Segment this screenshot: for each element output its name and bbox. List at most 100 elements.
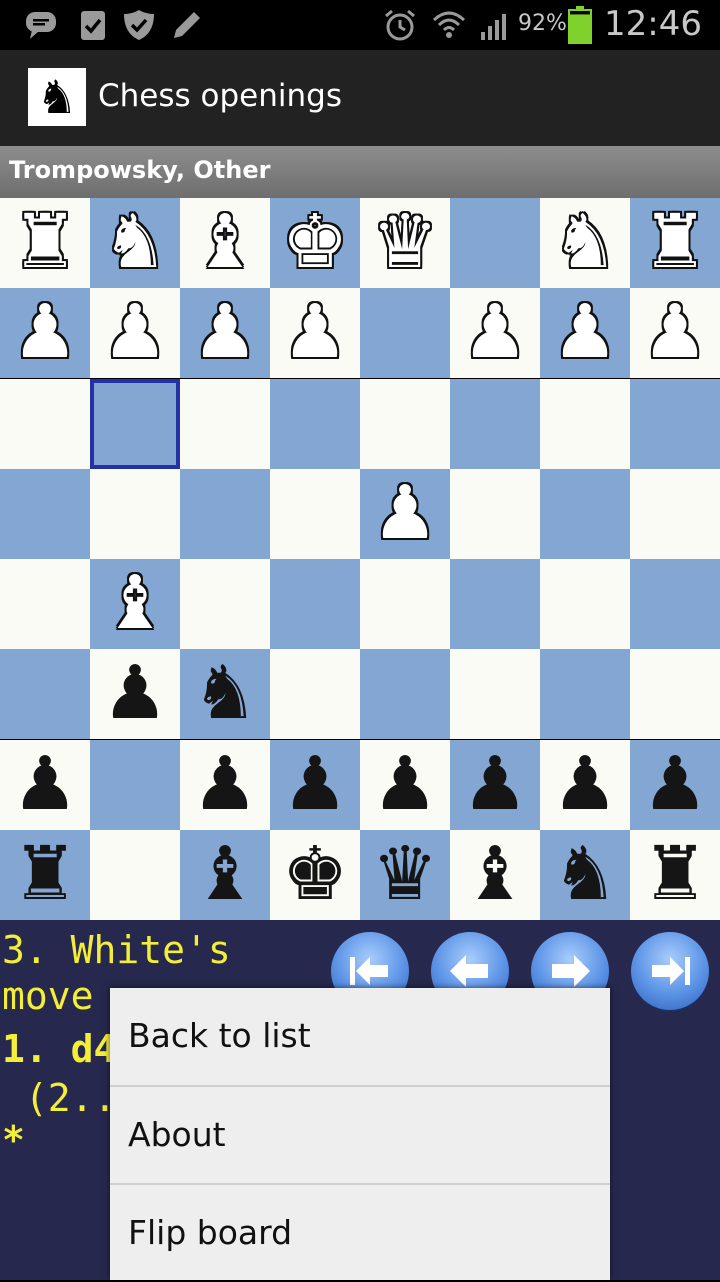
- square-e7[interactable]: ♟: [360, 739, 450, 830]
- square-c2[interactable]: ♟: [180, 288, 270, 379]
- square-f4[interactable]: [450, 468, 540, 559]
- black-pawn-icon[interactable]: ♟: [90, 649, 180, 739]
- square-c4[interactable]: [180, 468, 270, 559]
- white-knight-icon[interactable]: ♞: [540, 198, 630, 288]
- square-f3[interactable]: [450, 378, 540, 469]
- black-pawn-icon[interactable]: ♟: [450, 740, 540, 830]
- square-h6[interactable]: [630, 649, 720, 740]
- white-pawn-icon[interactable]: ♟: [630, 288, 720, 378]
- square-g1[interactable]: ♞: [540, 198, 630, 288]
- white-king-icon[interactable]: ♚: [270, 198, 360, 288]
- white-rook-icon[interactable]: ♜: [630, 198, 720, 288]
- square-c1[interactable]: ♝: [180, 198, 270, 288]
- square-h4[interactable]: [630, 468, 720, 559]
- last-move-button[interactable]: [631, 932, 709, 1010]
- square-a4[interactable]: [0, 468, 90, 559]
- square-a1[interactable]: ♜: [0, 198, 90, 288]
- square-f7[interactable]: ♟: [450, 739, 540, 830]
- square-h2[interactable]: ♟: [630, 288, 720, 379]
- black-bishop-icon[interactable]: ♝: [180, 830, 270, 920]
- square-e4[interactable]: ♟: [360, 468, 450, 559]
- square-g4[interactable]: [540, 468, 630, 559]
- square-d4[interactable]: [270, 468, 360, 559]
- square-c5[interactable]: [180, 559, 270, 649]
- black-queen-icon[interactable]: ♛: [360, 830, 450, 920]
- black-bishop-icon[interactable]: ♝: [450, 830, 540, 920]
- white-pawn-icon[interactable]: ♟: [540, 288, 630, 378]
- white-pawn-icon[interactable]: ♟: [180, 288, 270, 378]
- square-a6[interactable]: [0, 649, 90, 740]
- white-bishop-icon[interactable]: ♝: [180, 198, 270, 288]
- white-pawn-icon[interactable]: ♟: [450, 288, 540, 378]
- square-b2[interactable]: ♟: [90, 288, 180, 379]
- square-d1[interactable]: ♚: [270, 198, 360, 288]
- white-queen-icon[interactable]: ♛: [360, 198, 450, 288]
- square-a8[interactable]: ♜: [0, 829, 90, 920]
- square-b1[interactable]: ♞: [90, 198, 180, 288]
- square-a7[interactable]: ♟: [0, 739, 90, 830]
- black-knight-icon[interactable]: ♞: [180, 649, 270, 739]
- square-d5[interactable]: [270, 559, 360, 649]
- square-c7[interactable]: ♟: [180, 739, 270, 830]
- square-d7[interactable]: ♟: [270, 739, 360, 830]
- square-g8[interactable]: ♞: [540, 829, 630, 920]
- square-b8[interactable]: [90, 829, 180, 920]
- menu-item-back-to-list[interactable]: Back to list: [110, 988, 610, 1085]
- square-h1[interactable]: ♜: [630, 198, 720, 288]
- variation-line[interactable]: (2..: [2, 1076, 117, 1120]
- square-c6[interactable]: ♞: [180, 649, 270, 740]
- square-d3[interactable]: [270, 378, 360, 469]
- square-b4[interactable]: [90, 468, 180, 559]
- square-a3[interactable]: [0, 378, 90, 469]
- black-rook-icon[interactable]: ♜: [0, 830, 90, 920]
- square-e6[interactable]: [360, 649, 450, 740]
- menu-item-flip-board[interactable]: Flip board: [110, 1185, 610, 1282]
- square-g5[interactable]: [540, 559, 630, 649]
- square-h8[interactable]: ♜: [630, 829, 720, 920]
- square-f8[interactable]: ♝: [450, 829, 540, 920]
- white-knight-icon[interactable]: ♞: [90, 198, 180, 288]
- white-pawn-icon[interactable]: ♟: [0, 288, 90, 378]
- square-e1[interactable]: ♛: [360, 198, 450, 288]
- move-list-line[interactable]: 1. d4: [2, 1027, 116, 1071]
- square-b7[interactable]: [90, 739, 180, 830]
- square-e2[interactable]: [360, 288, 450, 379]
- square-d8[interactable]: ♚: [270, 829, 360, 920]
- white-rook-icon[interactable]: ♜: [0, 198, 90, 288]
- black-pawn-icon[interactable]: ♟: [630, 740, 720, 830]
- square-g3[interactable]: [540, 378, 630, 469]
- square-h3[interactable]: [630, 378, 720, 469]
- square-b6[interactable]: ♟: [90, 649, 180, 740]
- white-bishop-icon[interactable]: ♝: [90, 559, 180, 649]
- square-b5[interactable]: ♝: [90, 559, 180, 649]
- menu-item-about[interactable]: About: [110, 1087, 610, 1184]
- square-h5[interactable]: [630, 559, 720, 649]
- black-rook-icon[interactable]: ♜: [630, 830, 720, 920]
- square-a5[interactable]: [0, 559, 90, 649]
- square-f6[interactable]: [450, 649, 540, 740]
- square-h7[interactable]: ♟: [630, 739, 720, 830]
- square-g2[interactable]: ♟: [540, 288, 630, 379]
- square-d2[interactable]: ♟: [270, 288, 360, 379]
- square-c8[interactable]: ♝: [180, 829, 270, 920]
- square-g7[interactable]: ♟: [540, 739, 630, 830]
- square-e5[interactable]: [360, 559, 450, 649]
- chess-board[interactable]: ♜ ♞ ♝ ♚ ♛ ♞ ♜ ♟ ♟ ♟ ♟ ♟ ♟ ♟ ♟ ♝ ♟ ♞ ♟ ♟ ♟ ♟ ♟ ♟ ♟ ♜ ♝ ♚ ♛ ♝ ♞ ♜: [0, 198, 720, 920]
- square-a2[interactable]: ♟: [0, 288, 90, 379]
- black-pawn-icon[interactable]: ♟: [270, 740, 360, 830]
- square-b3[interactable]: [90, 378, 180, 469]
- black-pawn-icon[interactable]: ♟: [540, 740, 630, 830]
- white-pawn-icon[interactable]: ♟: [360, 469, 450, 559]
- square-c3[interactable]: [180, 378, 270, 469]
- white-pawn-icon[interactable]: ♟: [90, 288, 180, 378]
- square-g6[interactable]: [540, 649, 630, 740]
- black-pawn-icon[interactable]: ♟: [0, 740, 90, 830]
- black-pawn-icon[interactable]: ♟: [360, 740, 450, 830]
- white-pawn-icon[interactable]: ♟: [270, 288, 360, 378]
- square-f2[interactable]: ♟: [450, 288, 540, 379]
- square-f1[interactable]: [450, 198, 540, 288]
- black-pawn-icon[interactable]: ♟: [180, 740, 270, 830]
- square-e3[interactable]: [360, 378, 450, 469]
- black-knight-icon[interactable]: ♞: [540, 830, 630, 920]
- square-d6[interactable]: [270, 649, 360, 740]
